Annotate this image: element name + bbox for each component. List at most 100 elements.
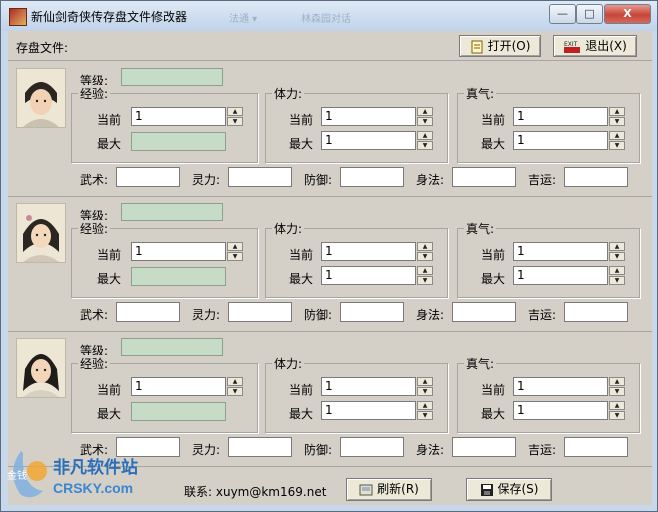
- refresh-button[interactable]: 刷新(R): [346, 478, 432, 501]
- hp-group: 体力: 当前 1 ▲ ▼ 最大 1 ▲ ▼: [265, 355, 448, 433]
- spin-down-icon[interactable]: ▼: [609, 117, 625, 126]
- spin-down-icon[interactable]: ▼: [609, 411, 625, 420]
- spin-down-icon[interactable]: ▼: [609, 252, 625, 261]
- hp-max-input[interactable]: 1: [321, 131, 416, 150]
- spin-down-icon[interactable]: ▼: [227, 387, 243, 396]
- jiyun-label: 吉运:: [528, 173, 557, 187]
- mp-max-input[interactable]: 1: [513, 266, 608, 285]
- spin-up-icon[interactable]: ▲: [417, 266, 433, 275]
- hp-current-input[interactable]: 1: [321, 377, 416, 396]
- save-button[interactable]: 保存(S): [466, 478, 552, 501]
- mp-current-input[interactable]: 1: [513, 377, 608, 396]
- close-button[interactable]: X: [604, 4, 651, 24]
- mp-max-label: 最大: [481, 137, 506, 151]
- spin-down-icon[interactable]: ▼: [609, 387, 625, 396]
- spin-up-icon[interactable]: ▲: [609, 377, 625, 386]
- mp-max-spinner[interactable]: 1 ▲ ▼: [513, 401, 625, 420]
- maximize-button[interactable]: □: [576, 4, 603, 24]
- hp-max-input[interactable]: 1: [321, 401, 416, 420]
- lingli-input[interactable]: [228, 167, 292, 187]
- open-button-label: 打开(O): [487, 39, 531, 53]
- mp-current-input[interactable]: 1: [513, 242, 608, 261]
- mp-max-spinner[interactable]: 1 ▲ ▼: [513, 131, 625, 150]
- level-field[interactable]: [121, 68, 223, 86]
- hp-group: 体力: 当前 1 ▲ ▼ 最大 1 ▲ ▼: [265, 220, 448, 298]
- hp-current-label: 当前: [289, 383, 314, 397]
- fangyu-input[interactable]: [340, 167, 404, 187]
- spin-up-icon[interactable]: ▲: [609, 107, 625, 116]
- spin-down-icon[interactable]: ▼: [227, 252, 243, 261]
- spin-down-icon[interactable]: ▼: [227, 117, 243, 126]
- shenfa-input[interactable]: [452, 167, 516, 187]
- wushu-input[interactable]: [116, 167, 180, 187]
- hp-max-spinner[interactable]: 1 ▲ ▼: [321, 131, 433, 150]
- floppy-disk-icon: [480, 483, 493, 496]
- spin-down-icon[interactable]: ▼: [417, 387, 433, 396]
- hp-current-spinner[interactable]: 1 ▲ ▼: [321, 242, 433, 261]
- spin-down-icon[interactable]: ▼: [609, 141, 625, 150]
- mp-max-input[interactable]: 1: [513, 131, 608, 150]
- shenfa-input[interactable]: [452, 437, 516, 457]
- spin-up-icon[interactable]: ▲: [417, 242, 433, 251]
- fangyu-input[interactable]: [340, 437, 404, 457]
- spin-up-icon[interactable]: ▲: [609, 266, 625, 275]
- minimize-button[interactable]: —: [549, 4, 576, 24]
- mp-current-spinner[interactable]: 1 ▲ ▼: [513, 377, 625, 396]
- exp-current-input[interactable]: 1: [131, 107, 226, 126]
- exp-current-spinner[interactable]: 1 ▲ ▼: [131, 242, 243, 261]
- spin-up-icon[interactable]: ▲: [417, 107, 433, 116]
- spin-down-icon[interactable]: ▼: [417, 252, 433, 261]
- fangyu-label: 防御:: [304, 443, 333, 457]
- hp-current-spinner[interactable]: 1 ▲ ▼: [321, 107, 433, 126]
- exp-current-input[interactable]: 1: [131, 242, 226, 261]
- mp-max-input[interactable]: 1: [513, 401, 608, 420]
- exp-max-label: 最大: [97, 272, 122, 286]
- spin-up-icon[interactable]: ▲: [227, 107, 243, 116]
- lingli-input[interactable]: [228, 437, 292, 457]
- exp-current-spinner[interactable]: 1 ▲ ▼: [131, 107, 243, 126]
- mp-current-spinner[interactable]: 1 ▲ ▼: [513, 242, 625, 261]
- hp-max-input[interactable]: 1: [321, 266, 416, 285]
- spin-up-icon[interactable]: ▲: [417, 401, 433, 410]
- hp-max-label: 最大: [289, 137, 314, 151]
- wushu-input[interactable]: [116, 302, 180, 322]
- jiyun-label: 吉运:: [528, 443, 557, 457]
- spin-down-icon[interactable]: ▼: [417, 117, 433, 126]
- mp-current-spinner[interactable]: 1 ▲ ▼: [513, 107, 625, 126]
- spin-down-icon[interactable]: ▼: [417, 141, 433, 150]
- exp-current-label: 当前: [97, 113, 122, 127]
- jiyun-input[interactable]: [564, 437, 628, 457]
- shenfa-input[interactable]: [452, 302, 516, 322]
- hp-max-spinner[interactable]: 1 ▲ ▼: [321, 401, 433, 420]
- spin-up-icon[interactable]: ▲: [609, 401, 625, 410]
- open-button[interactable]: 打开(O): [459, 35, 541, 57]
- mp-current-input[interactable]: 1: [513, 107, 608, 126]
- mp-max-spinner[interactable]: 1 ▲ ▼: [513, 266, 625, 285]
- jiyun-input[interactable]: [564, 167, 628, 187]
- mp-current-label: 当前: [481, 248, 506, 262]
- exit-button[interactable]: EXIT 退出(X): [553, 35, 637, 57]
- fangyu-input[interactable]: [340, 302, 404, 322]
- hp-max-spinner[interactable]: 1 ▲ ▼: [321, 266, 433, 285]
- hp-current-input[interactable]: 1: [321, 107, 416, 126]
- spin-up-icon[interactable]: ▲: [227, 242, 243, 251]
- spin-down-icon[interactable]: ▼: [417, 276, 433, 285]
- exp-current-spinner[interactable]: 1 ▲ ▼: [131, 377, 243, 396]
- fangyu-label: 防御:: [304, 308, 333, 322]
- jiyun-input[interactable]: [564, 302, 628, 322]
- hp-current-spinner[interactable]: 1 ▲ ▼: [321, 377, 433, 396]
- spin-up-icon[interactable]: ▲: [417, 377, 433, 386]
- spin-down-icon[interactable]: ▼: [609, 276, 625, 285]
- exit-icon: EXIT: [564, 41, 581, 53]
- level-field[interactable]: [121, 203, 223, 221]
- spin-up-icon[interactable]: ▲: [609, 131, 625, 140]
- spin-up-icon[interactable]: ▲: [609, 242, 625, 251]
- spin-up-icon[interactable]: ▲: [417, 131, 433, 140]
- level-field[interactable]: [121, 338, 223, 356]
- hp-current-input[interactable]: 1: [321, 242, 416, 261]
- exp-current-input[interactable]: 1: [131, 377, 226, 396]
- spin-up-icon[interactable]: ▲: [227, 377, 243, 386]
- spin-down-icon[interactable]: ▼: [417, 411, 433, 420]
- exp-current-label: 当前: [97, 383, 122, 397]
- lingli-input[interactable]: [228, 302, 292, 322]
